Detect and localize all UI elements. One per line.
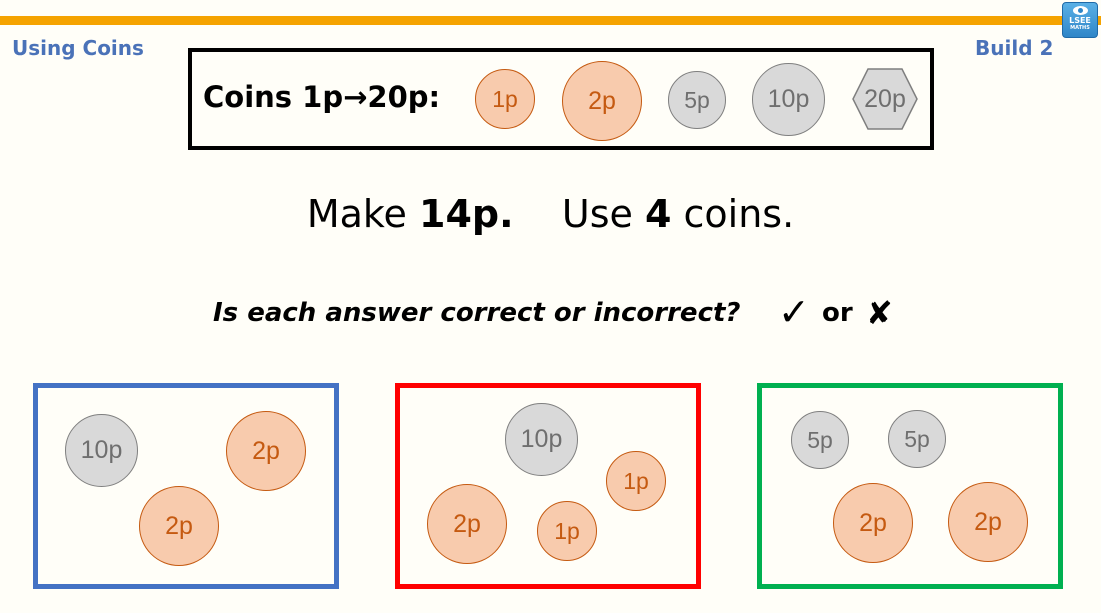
answer-a-coin-10p: 10p bbox=[65, 414, 138, 487]
coin-label: 2p bbox=[165, 511, 193, 540]
coin-label: 5p bbox=[807, 426, 833, 453]
build-label: Build 2 bbox=[975, 36, 1054, 60]
coin-label: 2p bbox=[588, 86, 616, 115]
answer-b-coin-2p: 2p bbox=[427, 484, 507, 564]
coin-label: 10p bbox=[767, 85, 810, 113]
answer-b-coin-1p: 1p bbox=[537, 501, 597, 561]
coin-key-1p: 1p bbox=[475, 69, 535, 129]
coin-key-10p: 10p bbox=[752, 63, 825, 136]
coin-label: 5p bbox=[904, 425, 930, 452]
coin-label: 1p bbox=[492, 85, 518, 112]
coin-label: 2p bbox=[453, 509, 481, 538]
coin-key-5p: 5p bbox=[668, 71, 726, 129]
lsee-maths-logo: LSEE MATHS bbox=[1062, 2, 1098, 38]
answer-a-coin-2p: 2p bbox=[226, 411, 306, 491]
coin-label: 10p bbox=[80, 436, 123, 464]
task-make-text: Make bbox=[306, 192, 407, 236]
task-coin-count: 4 bbox=[644, 192, 672, 236]
answer-b-coin-10p: 10p bbox=[505, 403, 578, 476]
task-amount: 14p. bbox=[419, 192, 514, 236]
coin-key-label: Coins 1p→20p: bbox=[203, 80, 441, 114]
cross-icon: ✘ bbox=[866, 294, 893, 332]
coin-label: 2p bbox=[859, 508, 887, 537]
question-text: Is each answer correct or incorrect? bbox=[213, 298, 741, 328]
logo-line1: LSEE bbox=[1069, 16, 1091, 25]
tick-icon: ✓ bbox=[778, 290, 810, 334]
coin-label: 2p bbox=[974, 507, 1002, 536]
answer-c-coin-5p: 5p bbox=[791, 411, 849, 469]
answer-b-coin-1p: 1p bbox=[606, 451, 666, 511]
coin-label: 5p bbox=[684, 86, 710, 113]
answer-c-coin-2p: 2p bbox=[948, 482, 1028, 562]
coin-key-20p: 20p bbox=[852, 68, 918, 130]
coin-key-2p: 2p bbox=[562, 61, 642, 141]
or-text: or bbox=[822, 298, 853, 328]
coin-label: 2p bbox=[252, 436, 280, 465]
task-coins-text: coins. bbox=[683, 192, 795, 236]
task-instruction: Make 14p. Use 4 coins. bbox=[0, 192, 1101, 236]
coin-label: 1p bbox=[623, 467, 649, 494]
coin-label: 10p bbox=[520, 425, 563, 453]
top-accent-bar bbox=[0, 16, 1101, 25]
topic-title: Using Coins bbox=[12, 36, 144, 60]
coin-label: 20p bbox=[864, 84, 906, 113]
answer-c-coin-5p: 5p bbox=[888, 410, 946, 468]
eye-icon bbox=[1073, 6, 1088, 15]
task-use-text: Use bbox=[561, 192, 633, 236]
coin-label: 1p bbox=[554, 517, 580, 544]
answer-c-coin-2p: 2p bbox=[833, 483, 913, 563]
answer-a-coin-2p: 2p bbox=[139, 486, 219, 566]
logo-line2: MATHS bbox=[1070, 25, 1090, 31]
